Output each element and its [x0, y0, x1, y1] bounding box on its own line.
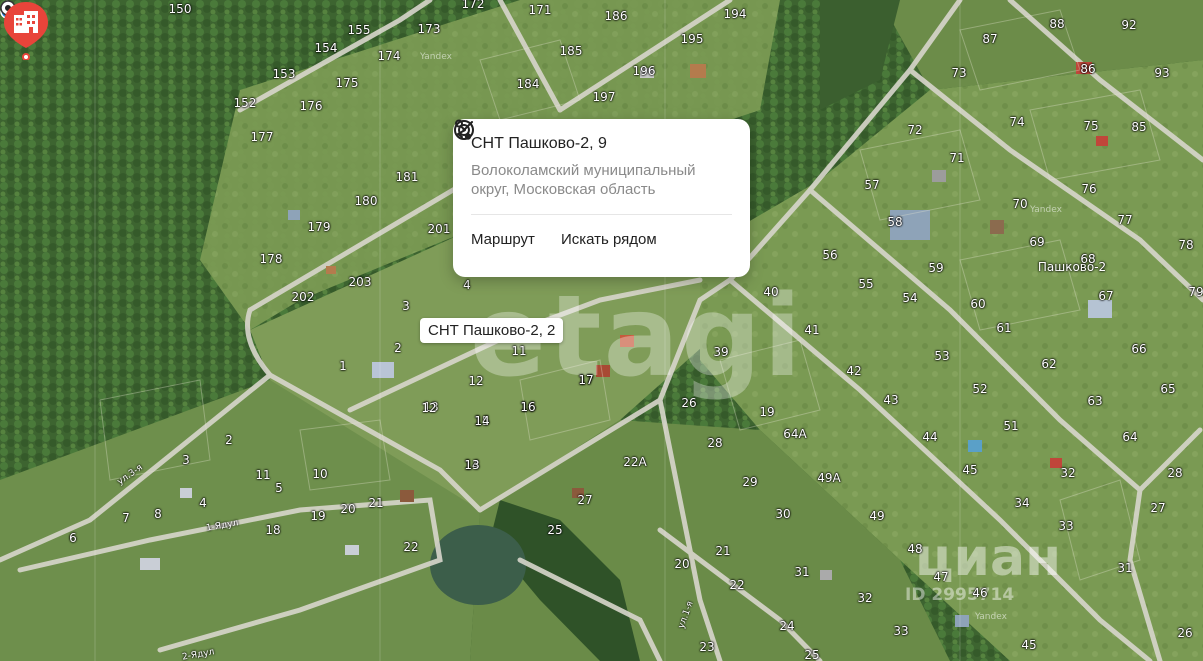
target-icon: [454, 120, 474, 140]
route-button[interactable]: Маршрут: [455, 119, 535, 248]
popup-divider: [471, 214, 732, 215]
building-marker[interactable]: [0, 0, 52, 60]
search-nearby-label: Искать рядом: [560, 231, 657, 248]
area-label-pashkovo: Пашково-2: [1037, 260, 1107, 274]
search-nearby-button[interactable]: Искать рядом: [454, 120, 657, 248]
marker-label[interactable]: СНТ Пашково-2, 2: [420, 318, 564, 343]
popup-actions: Маршрут Искать рядом: [454, 119, 732, 248]
route-button-label: Маршрут: [471, 231, 535, 248]
satellite-map[interactable]: etagi циан ID 2995714 Yandex Yandex Yand…: [0, 0, 1203, 661]
address-popup: СНТ Пашково-2, 9 Волоколамский муниципал…: [453, 119, 750, 277]
map-imagery: [0, 0, 1203, 661]
popup-subtitle: Волоколамский муниципальный округ, Моско…: [471, 162, 696, 198]
popup-title: СНТ Пашково-2, 9: [471, 135, 607, 152]
